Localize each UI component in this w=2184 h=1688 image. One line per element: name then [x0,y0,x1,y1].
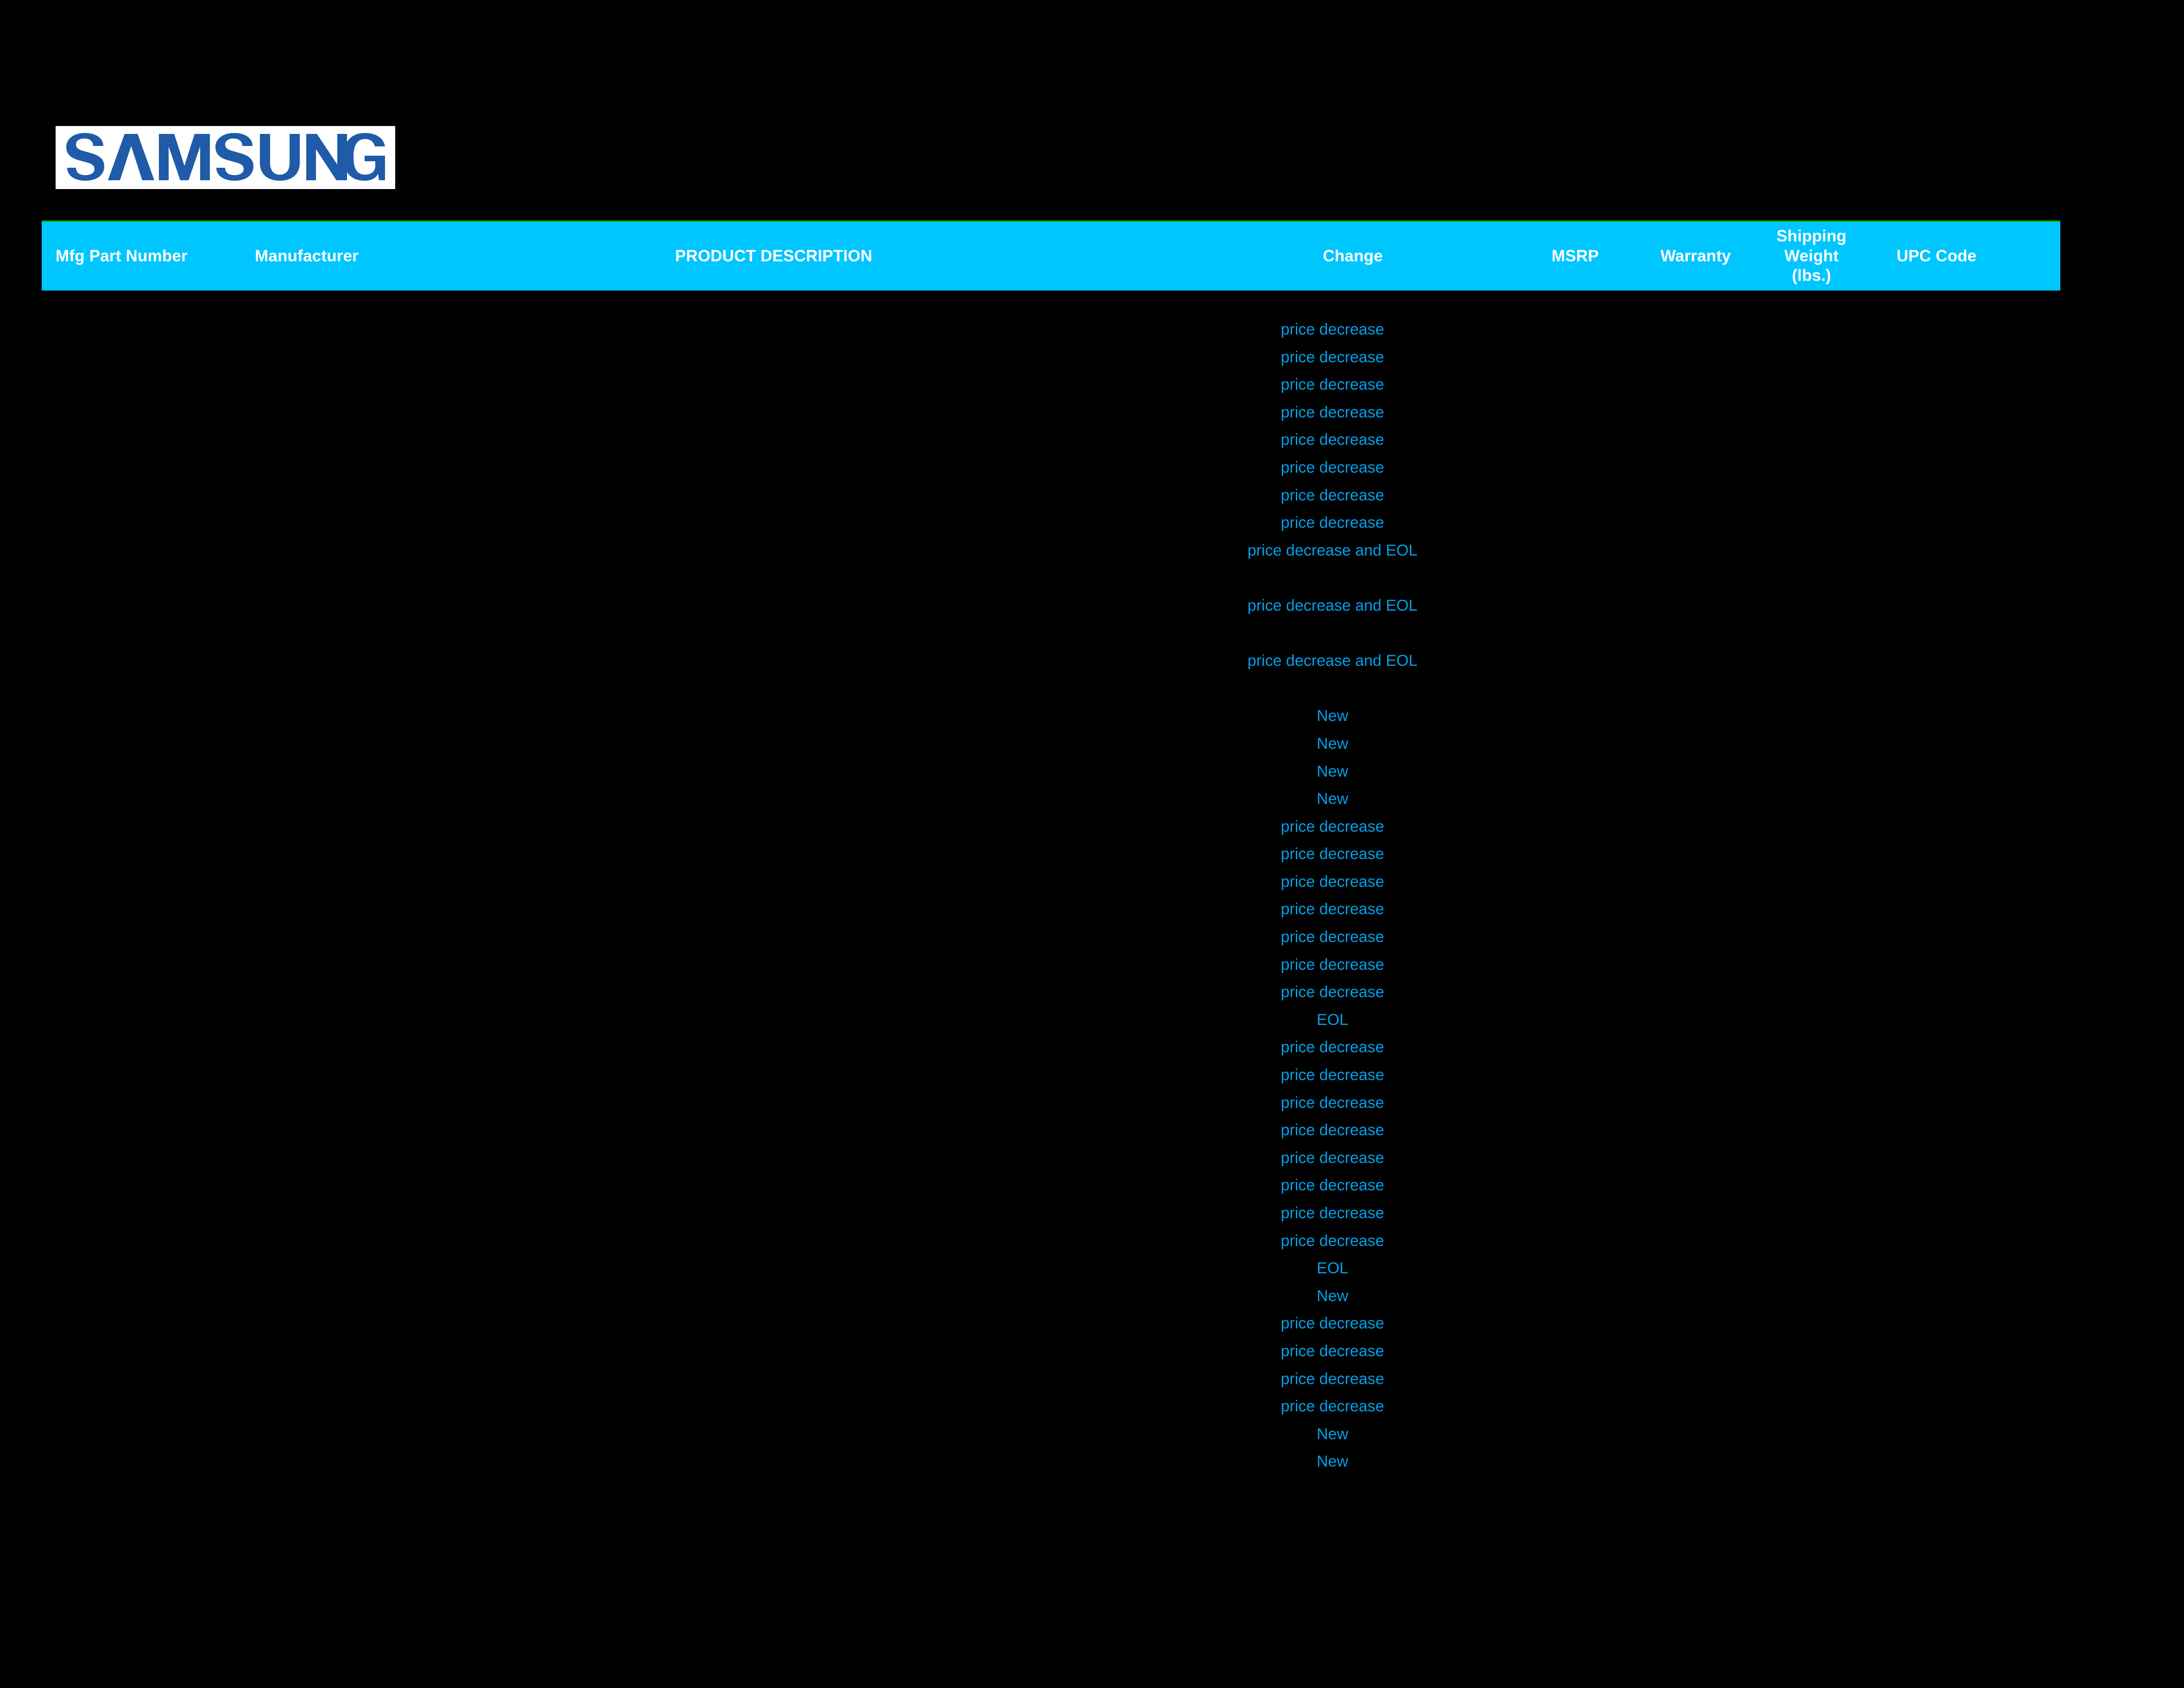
change-cell[interactable]: price decrease and EOL [1217,537,1448,565]
change-cell-empty [1217,620,1448,648]
change-cell[interactable]: New [1217,730,1448,758]
change-cell[interactable]: price decrease [1217,813,1448,841]
change-cell[interactable]: price decrease [1217,1227,1448,1255]
change-cell[interactable]: price decrease [1217,1062,1448,1089]
change-cell[interactable]: price decrease [1217,1034,1448,1062]
change-cell[interactable]: price decrease [1217,371,1448,399]
column-header-manufacturer[interactable]: Manufacturer [255,222,408,291]
column-header-mfg-part-number[interactable]: Mfg Part Number [56,222,208,291]
change-cell[interactable]: price decrease and EOL [1217,647,1448,675]
change-cell[interactable]: price decrease [1217,1310,1448,1338]
change-cell[interactable]: price decrease [1217,509,1448,537]
change-cell[interactable]: price decrease [1217,1172,1448,1200]
change-cell[interactable]: New [1217,785,1448,813]
column-header-warranty[interactable]: Warranty [1635,222,1756,291]
change-cell[interactable]: price decrease [1217,896,1448,923]
column-header-product-description[interactable]: PRODUCT DESCRIPTION [630,222,917,291]
change-cell[interactable]: price decrease [1217,1089,1448,1117]
samsung-logo [56,126,395,189]
change-cell[interactable]: price decrease [1217,1338,1448,1366]
change-cell[interactable]: price decrease [1217,344,1448,372]
column-header-shipping-weight[interactable]: Shipping Weight (lbs.) [1751,222,1872,291]
change-cell[interactable]: New [1217,758,1448,786]
change-cell[interactable]: New [1217,1283,1448,1310]
change-cell[interactable]: price decrease [1217,841,1448,868]
change-cell[interactable]: EOL [1217,1255,1448,1283]
column-header-upc-code[interactable]: UPC Code [1867,222,2006,291]
samsung-wordmark-icon [66,133,385,181]
change-cell[interactable]: price decrease and EOL [1217,592,1448,620]
change-cell[interactable]: price decrease [1217,1117,1448,1144]
change-cell[interactable]: price decrease [1217,951,1448,979]
change-cell[interactable]: New [1217,702,1448,730]
table-header-row: Mfg Part Number Manufacturer PRODUCT DES… [42,221,2060,291]
change-column-cells: price decrease price decrease price decrea… [1217,316,1448,1476]
change-cell[interactable]: price decrease [1217,426,1448,454]
change-cell[interactable]: price decrease [1217,979,1448,1006]
change-cell[interactable]: New [1217,1448,1448,1476]
change-cell[interactable]: price decrease [1217,868,1448,896]
change-cell[interactable]: price decrease [1217,1366,1448,1393]
change-cell[interactable]: price decrease [1217,482,1448,510]
change-cell[interactable]: price decrease [1217,1144,1448,1172]
column-header-msrp[interactable]: MSRP [1529,222,1622,291]
change-cell[interactable]: New [1217,1421,1448,1448]
column-header-change[interactable]: Change [1283,222,1422,291]
change-cell[interactable]: price decrease [1217,454,1448,482]
change-cell[interactable]: price decrease [1217,1393,1448,1421]
change-cell-empty [1217,675,1448,703]
change-cell[interactable]: price decrease [1217,923,1448,951]
change-cell[interactable]: EOL [1217,1006,1448,1034]
change-cell[interactable]: price decrease [1217,399,1448,427]
change-cell[interactable]: price decrease [1217,1200,1448,1227]
change-cell-empty [1217,564,1448,592]
change-cell[interactable]: price decrease [1217,316,1448,344]
